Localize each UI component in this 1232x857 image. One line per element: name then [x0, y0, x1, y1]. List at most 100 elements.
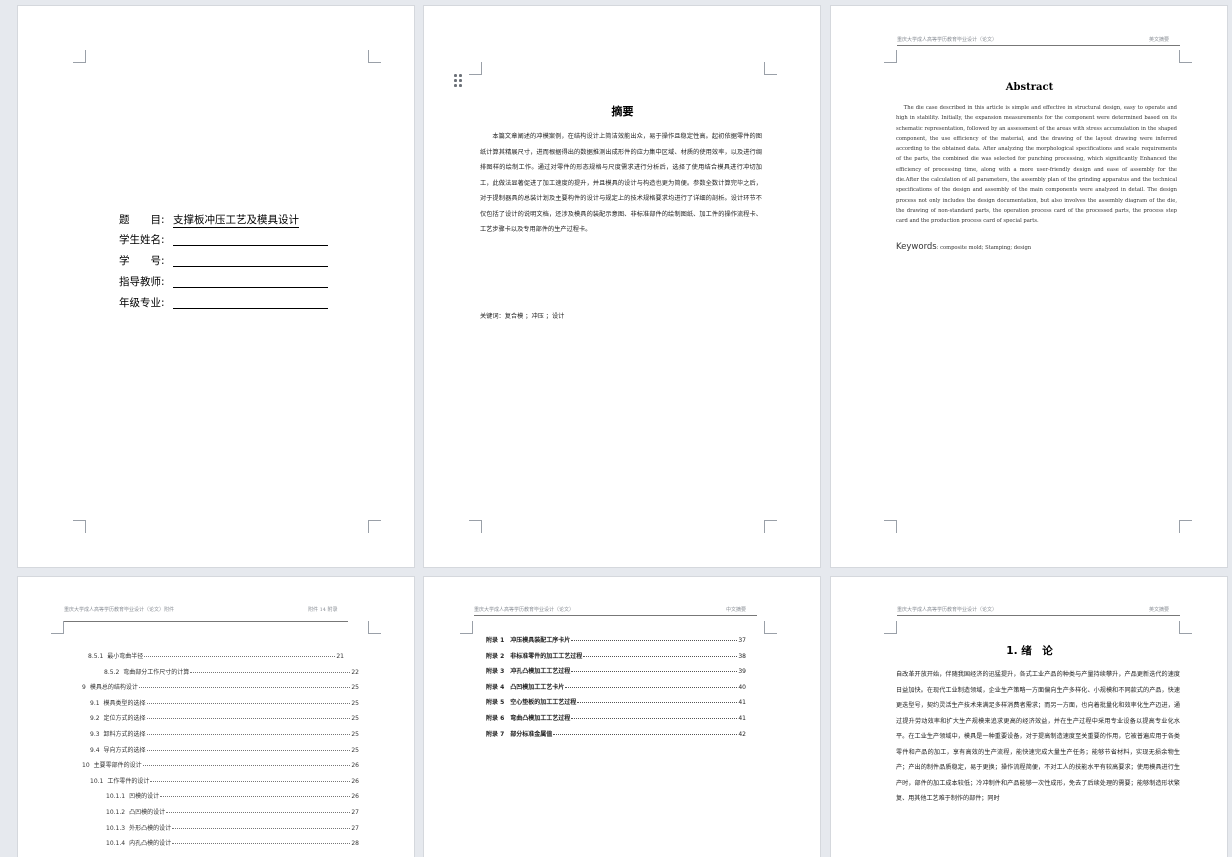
attachment-row[interactable]: 附录 5 空心垫板的加工工艺过程 41: [486, 697, 746, 706]
toc-leader: [571, 671, 738, 672]
page-attachments: 重庆大学成人高等学历教育毕业设计（论文） 中文摘要 附录 1 冲压模具装配工序卡…: [424, 577, 820, 857]
crop-mark: [51, 621, 64, 634]
toc-page: 26: [351, 793, 359, 800]
toc-page: 26: [351, 762, 359, 769]
toc-leader: [160, 796, 351, 797]
cover-id-label: 学 号:: [119, 255, 165, 267]
toc-leader: [142, 765, 351, 766]
cover-major-label: 年级专业:: [119, 297, 165, 309]
cover-name-line: [173, 233, 328, 246]
toc-row[interactable]: 10.1.1 凹模的设计 26: [106, 791, 359, 800]
attachment-row[interactable]: 附录 6 弯曲凸模加工工艺过程 41: [486, 713, 746, 722]
toc-num: 8.5.2: [104, 669, 120, 676]
toc-row[interactable]: 8.5.1 最小弯曲半径 21: [88, 651, 344, 660]
crop-mark: [1179, 520, 1192, 533]
attachment-page: 39: [738, 668, 746, 675]
header-right: 中文摘要: [726, 607, 747, 613]
toc-row[interactable]: 10.1 工作零件的设计 26: [90, 776, 359, 785]
cover-advisor-line: [173, 275, 328, 288]
page-abstract-cn: 摘要 本篇文章阐述的冲模案例，在结构设计上简洁效能出众，易于操作且稳定性高。起初…: [424, 6, 820, 567]
toc-page: 21: [336, 653, 344, 660]
attachment-page: 41: [738, 715, 746, 722]
crop-mark: [884, 520, 897, 533]
attachment-row[interactable]: 附录 7 部分标准金属值 42: [486, 729, 746, 738]
page-abstract-en: 重庆大学成人高等学历教育毕业设计（论文） 英文摘要 Abstract The d…: [831, 6, 1227, 567]
header-left: 重庆大学成人高等学历教育毕业设计（论文）附件: [64, 607, 175, 613]
crop-mark: [884, 50, 897, 63]
toc-leader: [150, 781, 351, 782]
crop-mark: [764, 621, 777, 634]
attachment-label: 附录 6 弯曲凸模加工工艺过程: [486, 715, 571, 722]
header-left: 重庆大学成人高等学历教育毕业设计（论文）: [897, 607, 998, 613]
page-toc: 重庆大学成人高等学历教育毕业设计（论文）附件 附件 14 附录 8.5.1 最小弯…: [18, 577, 414, 857]
attachment-label: 附录 7 部分标准金属值: [486, 731, 553, 738]
toc-page: 28: [351, 840, 359, 847]
toc-page: 27: [351, 809, 359, 816]
header-rule: [64, 621, 348, 622]
header-rule: [474, 615, 757, 616]
header-right: 英文摘要: [1149, 37, 1170, 43]
abstract-en-title: Abstract: [1005, 82, 1054, 93]
attachment-page: 40: [738, 684, 746, 691]
toc-label: 模具总的结构设计: [89, 684, 138, 691]
toc-row[interactable]: 9.2 定位方式的选择 25: [90, 713, 359, 722]
keywords-value: : composite mold; Stamping; design: [936, 245, 1032, 251]
toc-leader: [146, 718, 351, 719]
toc-row[interactable]: 9.3 卸料方式的选择 25: [90, 729, 359, 738]
toc-leader: [577, 702, 738, 703]
toc-num: 10.1: [90, 778, 104, 785]
toc-leader: [144, 656, 336, 657]
toc-leader: [172, 843, 351, 844]
toc-row[interactable]: 8.5.2 弯曲部分工作尺寸的计算 22: [104, 667, 359, 676]
toc-label: 凹模的设计: [129, 793, 160, 800]
toc-label: 凸凹模的设计: [129, 809, 166, 816]
attachment-row[interactable]: 附录 1 冲压模具装配工序卡片 37: [486, 635, 746, 644]
toc-label: 模具类型的选择: [103, 700, 146, 707]
attachment-page: 41: [738, 699, 746, 706]
toc-num: 8.5.1: [88, 653, 104, 660]
page-introduction: 重庆大学成人高等学历教育毕业设计（论文） 英文摘要 1. 绪 论 自改革开放开始…: [831, 577, 1227, 857]
toc-label: 定位方式的选择: [103, 715, 146, 722]
toc-row[interactable]: 10.1.2 凸凹模的设计 27: [106, 807, 359, 816]
attachment-label: 附录 3 冲孔凸模加工工艺过程: [486, 668, 571, 675]
crop-mark: [764, 520, 777, 533]
toc-num: 9.4: [90, 747, 100, 754]
crop-mark: [73, 50, 86, 63]
toc-row[interactable]: 9.4 导向方式的选择 25: [90, 745, 359, 754]
drag-handle-icon[interactable]: [454, 74, 462, 90]
attachment-label: 附录 2 非标准零件的加工工艺过程: [486, 653, 583, 660]
toc-page: 22: [351, 669, 359, 676]
attachment-label: 附录 4 凸凹模加工工艺卡片: [486, 684, 565, 691]
toc-leader: [146, 703, 351, 704]
toc-leader: [172, 828, 351, 829]
crop-mark: [884, 621, 897, 634]
toc-row[interactable]: 9 模具总的结构设计 25: [82, 682, 359, 691]
attachment-label: 附录 1 冲压模具装配工序卡片: [486, 637, 571, 644]
toc-label: 主要零部件的设计: [93, 762, 142, 769]
toc-num: 10.1.3: [106, 825, 126, 832]
crop-mark: [460, 621, 473, 634]
toc-row[interactable]: 9.1 模具类型的选择 25: [90, 698, 359, 707]
crop-mark: [368, 50, 381, 63]
toc-num: 10: [82, 762, 90, 769]
abstract-en-keywords: Keywords: composite mold; Stamping; desi…: [896, 242, 1031, 252]
toc-row[interactable]: 10.1.3 外形凸模的设计 27: [106, 823, 359, 832]
toc-label: 最小弯曲半径: [107, 653, 144, 660]
cover-major-line: [173, 296, 328, 309]
crop-mark: [1179, 621, 1192, 634]
toc-leader: [138, 687, 351, 688]
header-left: 重庆大学成人高等学历教育毕业设计（论文）: [474, 607, 575, 613]
intro-title: 1. 绪 论: [1006, 645, 1053, 657]
attachment-row[interactable]: 附录 4 凸凹模加工工艺卡片 40: [486, 682, 746, 691]
toc-page: 25: [351, 700, 359, 707]
attachment-row[interactable]: 附录 3 冲孔凸模加工工艺过程 39: [486, 666, 746, 675]
header-right: 附件 14 附录: [308, 607, 338, 613]
attachment-page: 42: [738, 731, 746, 738]
attachment-row[interactable]: 附录 2 非标准零件的加工工艺过程 38: [486, 651, 746, 660]
toc-leader: [146, 750, 351, 751]
toc-label: 卸料方式的选择: [103, 731, 146, 738]
toc-row[interactable]: 10 主要零部件的设计 26: [82, 760, 359, 769]
crop-mark: [469, 62, 482, 75]
toc-num: 9.3: [90, 731, 100, 738]
cover-title-label: 题 目:: [119, 214, 165, 226]
